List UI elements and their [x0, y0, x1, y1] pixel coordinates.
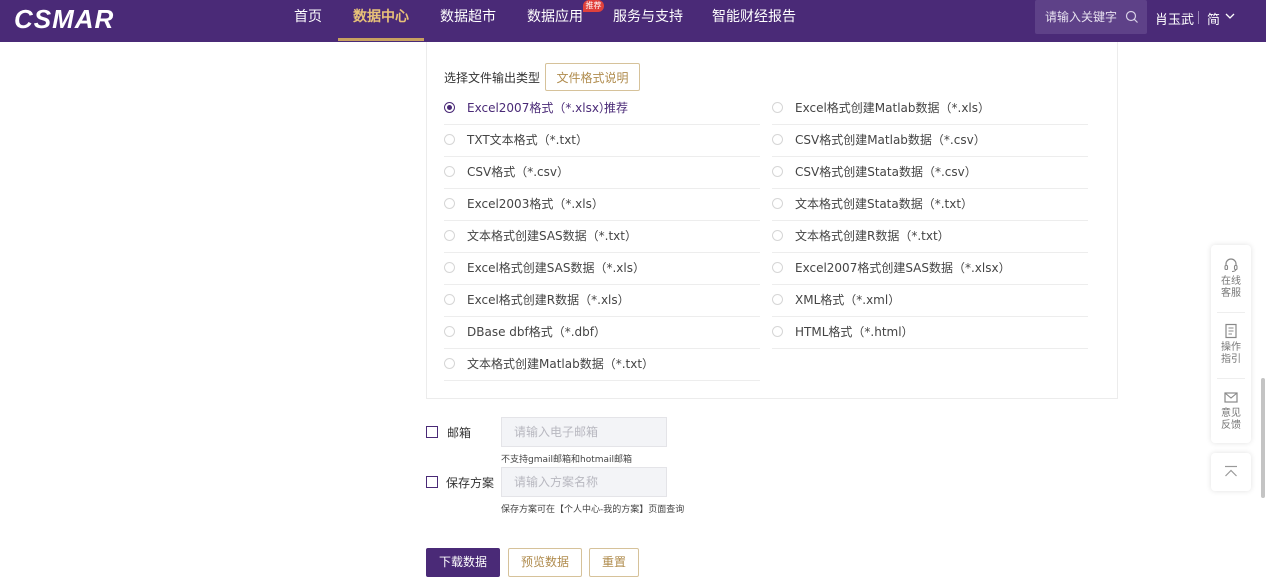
headset-icon [1224, 258, 1238, 272]
operation-guide-button[interactable]: 操作指引 [1211, 323, 1251, 366]
format-option-sas-xls[interactable]: Excel格式创建SAS数据（*.xls） [444, 253, 760, 285]
radio-icon[interactable] [444, 198, 455, 209]
format-option-matlab-xls[interactable]: Excel格式创建Matlab数据（*.xls） [772, 93, 1088, 125]
format-option-label: DBase dbf格式（*.dbf） [467, 325, 607, 339]
format-option-label: Excel格式创建SAS数据（*.xls） [467, 261, 645, 275]
radio-icon[interactable] [444, 358, 455, 369]
output-type-label: 选择文件输出类型 [444, 71, 541, 85]
download-data-button[interactable]: 下载数据 [426, 548, 500, 577]
radio-icon[interactable] [444, 166, 455, 177]
format-option-label: 文本格式创建SAS数据（*.txt） [467, 229, 637, 243]
operation-guide-label: 操作指引 [1221, 342, 1241, 365]
format-option-label: 文本格式创建Stata数据（*.txt） [795, 197, 974, 211]
mail-icon [1224, 392, 1238, 403]
save-scheme-hint: 保存方案可在【个人中心-我的方案】页面查询 [501, 505, 685, 515]
online-service-button[interactable]: 在线客服 [1211, 257, 1251, 300]
language-switch[interactable]: 简 [1207, 9, 1220, 28]
format-option-label: 文本格式创建Matlab数据（*.txt） [467, 357, 655, 371]
format-option-label: Excel2007格式创建SAS数据（*.xlsx） [795, 261, 1011, 275]
save-scheme-label: 保存方案 [446, 476, 495, 490]
divider [1217, 312, 1245, 313]
active-nav-indicator [338, 38, 424, 41]
reset-button[interactable]: 重置 [589, 548, 639, 577]
format-option-csv[interactable]: CSV格式（*.csv） [444, 157, 760, 189]
feedback-button[interactable]: 意见反馈 [1211, 389, 1251, 432]
radio-icon[interactable] [444, 326, 455, 337]
document-icon [1225, 323, 1237, 339]
scheme-name-field[interactable] [501, 467, 667, 497]
format-option-label: Excel2003格式（*.xls） [467, 197, 604, 211]
radio-icon[interactable] [444, 294, 455, 305]
email-hint: 不支持gmail邮箱和hotmail邮箱 [501, 455, 633, 465]
format-option-matlab-txt[interactable]: 文本格式创建Matlab数据（*.txt） [444, 349, 760, 381]
format-option-label: CSV格式（*.csv） [467, 165, 569, 179]
format-option-label: TXT文本格式（*.txt） [467, 133, 588, 147]
format-option-r-xls[interactable]: Excel格式创建R数据（*.xls） [444, 285, 760, 317]
preview-data-button[interactable]: 预览数据 [508, 548, 582, 577]
format-option-label: Excel格式创建R数据（*.xls） [467, 293, 630, 307]
format-option-label: HTML格式（*.html） [795, 325, 914, 339]
radio-icon[interactable] [444, 262, 455, 273]
nav-home[interactable]: 首页 [294, 0, 322, 42]
arrow-up-icon [1225, 465, 1237, 477]
user-name[interactable]: 肖玉武 [1155, 9, 1194, 28]
radio-icon[interactable] [772, 102, 783, 113]
save-scheme-checkbox[interactable] [426, 476, 438, 488]
search-input[interactable]: 请输入关键字 [1035, 0, 1147, 34]
radio-icon[interactable] [444, 230, 455, 241]
format-option-label: Excel2007格式（*.xlsx） [467, 101, 611, 115]
format-option-html[interactable]: HTML格式（*.html） [772, 317, 1088, 349]
page-scrollbar[interactable] [1261, 378, 1265, 498]
radio-icon[interactable] [772, 134, 783, 145]
format-option-label: CSV格式创建Stata数据（*.csv） [795, 165, 977, 179]
email-label: 邮箱 [447, 426, 472, 440]
csmar-logo[interactable]: CSMAR [14, 4, 114, 34]
online-service-label: 在线客服 [1221, 276, 1241, 299]
format-option-stata-txt[interactable]: 文本格式创建Stata数据（*.txt） [772, 189, 1088, 221]
radio-selected-icon[interactable] [444, 102, 455, 113]
format-option-sas-txt[interactable]: 文本格式创建SAS数据（*.txt） [444, 221, 760, 253]
divider [1217, 378, 1245, 379]
divider [1198, 11, 1199, 24]
format-option-matlab-csv[interactable]: CSV格式创建Matlab数据（*.csv） [772, 125, 1088, 157]
radio-icon[interactable] [772, 326, 783, 337]
feedback-label: 意见反馈 [1221, 408, 1241, 431]
format-help-button[interactable]: 文件格式说明 [545, 63, 640, 91]
floating-toolbar: 在线客服 操作指引 意见反馈 [1211, 245, 1251, 443]
recommend-tag: 推荐 [604, 101, 629, 115]
nav-data-application[interactable]: 数据应用 [527, 0, 583, 42]
search-icon[interactable] [1125, 10, 1139, 24]
format-option-label: 文本格式创建R数据（*.txt） [795, 229, 950, 243]
search-placeholder: 请输入关键字 [1045, 10, 1118, 24]
back-to-top-button[interactable] [1211, 453, 1251, 491]
format-option-xlsx[interactable]: Excel2007格式（*.xlsx） 推荐 [444, 93, 760, 125]
email-checkbox[interactable] [426, 426, 438, 438]
radio-icon[interactable] [772, 166, 783, 177]
email-field[interactable] [501, 417, 667, 447]
format-option-label: CSV格式创建Matlab数据（*.csv） [795, 133, 986, 147]
nav-data-market[interactable]: 数据超市 [440, 0, 496, 42]
format-option-r-txt[interactable]: 文本格式创建R数据（*.txt） [772, 221, 1088, 253]
format-option-sas-xlsx[interactable]: Excel2007格式创建SAS数据（*.xlsx） [772, 253, 1088, 285]
format-option-label: Excel格式创建Matlab数据（*.xls） [795, 101, 991, 115]
format-option-label: XML格式（*.xml） [795, 293, 901, 307]
recommend-badge: 推荐 [583, 0, 604, 12]
radio-icon[interactable] [772, 230, 783, 241]
chevron-down-icon[interactable] [1224, 11, 1236, 21]
nav-smart-finance-report[interactable]: 智能财经报告 [712, 0, 796, 42]
radio-icon[interactable] [772, 198, 783, 209]
format-option-xml[interactable]: XML格式（*.xml） [772, 285, 1088, 317]
format-option-txt[interactable]: TXT文本格式（*.txt） [444, 125, 760, 157]
format-option-stata-csv[interactable]: CSV格式创建Stata数据（*.csv） [772, 157, 1088, 189]
radio-icon[interactable] [772, 294, 783, 305]
nav-service-support[interactable]: 服务与支持 [613, 0, 683, 42]
format-option-xls[interactable]: Excel2003格式（*.xls） [444, 189, 760, 221]
nav-data-center[interactable]: 数据中心 [353, 0, 409, 42]
radio-icon[interactable] [772, 262, 783, 273]
radio-icon[interactable] [444, 134, 455, 145]
top-nav-bar: CSMAR 首页 数据中心 数据超市 数据应用 推荐 服务与支持 智能财经报告 … [0, 0, 1266, 42]
format-option-dbf[interactable]: DBase dbf格式（*.dbf） [444, 317, 760, 349]
